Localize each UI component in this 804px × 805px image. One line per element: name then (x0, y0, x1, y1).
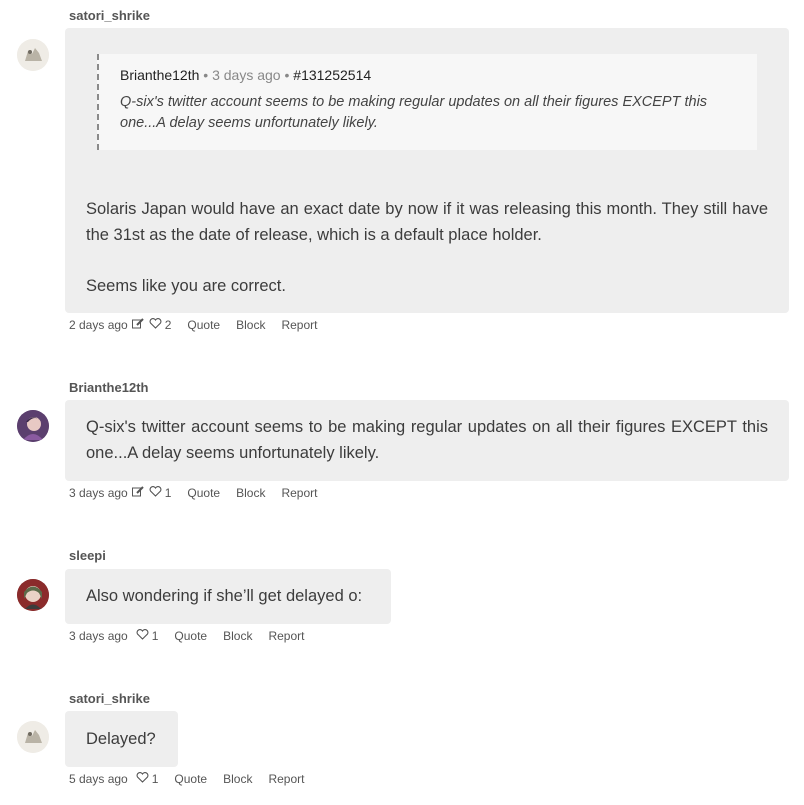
block-button[interactable]: Block (236, 486, 265, 500)
comment-time: 3 days ago (69, 486, 128, 500)
comment-text: Delayed? (86, 726, 156, 752)
edit-icon (131, 318, 144, 332)
user-avatar[interactable] (17, 579, 49, 611)
block-button[interactable]: Block (223, 772, 252, 786)
comment-time: 2 days ago (69, 318, 128, 332)
comment-meta: 2 days ago 2 Quote Block Report (69, 318, 317, 332)
quote-button[interactable]: Quote (174, 772, 207, 786)
report-button[interactable]: Report (268, 772, 304, 786)
quote-id[interactable]: #131252514 (293, 67, 371, 83)
like-count: 2 (164, 318, 172, 332)
comment-paragraph: Seems like you are correct. (86, 277, 286, 295)
like-button[interactable]: 1 (136, 629, 159, 643)
comment-username[interactable]: sleepi (69, 548, 106, 563)
comment-bubble: Also wondering if she’ll get delayed o: (65, 569, 391, 624)
quote-button[interactable]: Quote (174, 629, 207, 643)
like-count: 1 (164, 486, 172, 500)
like-button[interactable]: 1 (136, 772, 159, 786)
block-button[interactable]: Block (236, 318, 265, 332)
like-count: 1 (151, 629, 159, 643)
user-avatar[interactable] (17, 721, 49, 753)
comment-meta: 3 days ago 1 Quote Block Report (69, 629, 304, 643)
quote-header: Brianthe12th • 3 days ago • #131252514 (120, 67, 372, 83)
comment-username[interactable]: satori_shrike (69, 8, 150, 23)
like-button[interactable]: 1 (149, 486, 172, 500)
heart-icon (149, 486, 162, 500)
heart-icon (149, 318, 162, 332)
block-button[interactable]: Block (223, 629, 252, 643)
user-avatar[interactable] (17, 39, 49, 71)
comment-time: 5 days ago (69, 772, 128, 786)
comment-paragraph: Q-six's twitter account seems to be maki… (86, 418, 768, 462)
user-avatar[interactable] (17, 410, 49, 442)
comment-username[interactable]: satori_shrike (69, 691, 150, 706)
report-button[interactable]: Report (281, 318, 317, 332)
comment-text: Q-six's twitter account seems to be maki… (86, 414, 768, 466)
heart-icon (136, 629, 149, 643)
comment-time: 3 days ago (69, 629, 128, 643)
comment-paragraph: Also wondering if she’ll get delayed o: (86, 587, 363, 605)
quoted-comment: Brianthe12th • 3 days ago • #131252514 Q… (97, 54, 757, 150)
quote-time: 3 days ago (212, 67, 281, 83)
like-count: 1 (151, 772, 159, 786)
comment-meta: 5 days ago 1 Quote Block Report (69, 772, 304, 786)
comment-paragraph: Solaris Japan would have an exact date b… (86, 200, 768, 244)
quote-text: Q-six's twitter account seems to be maki… (120, 94, 708, 131)
quote-button[interactable]: Quote (187, 318, 220, 332)
comment-text: Solaris Japan would have an exact date b… (86, 196, 768, 299)
report-button[interactable]: Report (268, 629, 304, 643)
heart-icon (136, 772, 149, 786)
like-button[interactable]: 2 (149, 318, 172, 332)
comment-text: Also wondering if she’ll get delayed o: (86, 583, 362, 609)
comment-bubble: Delayed? (65, 711, 178, 767)
comment-username[interactable]: Brianthe12th (69, 380, 148, 395)
edit-icon (131, 486, 144, 500)
quote-author[interactable]: Brianthe12th (120, 67, 199, 83)
quote-button[interactable]: Quote (187, 486, 220, 500)
report-button[interactable]: Report (281, 486, 317, 500)
comment-bubble: Q-six's twitter account seems to be maki… (65, 400, 789, 481)
comment-meta: 3 days ago 1 Quote Block Report (69, 486, 317, 500)
comment-bubble: Brianthe12th • 3 days ago • #131252514 Q… (65, 28, 789, 313)
comment-paragraph: Delayed? (86, 730, 156, 748)
